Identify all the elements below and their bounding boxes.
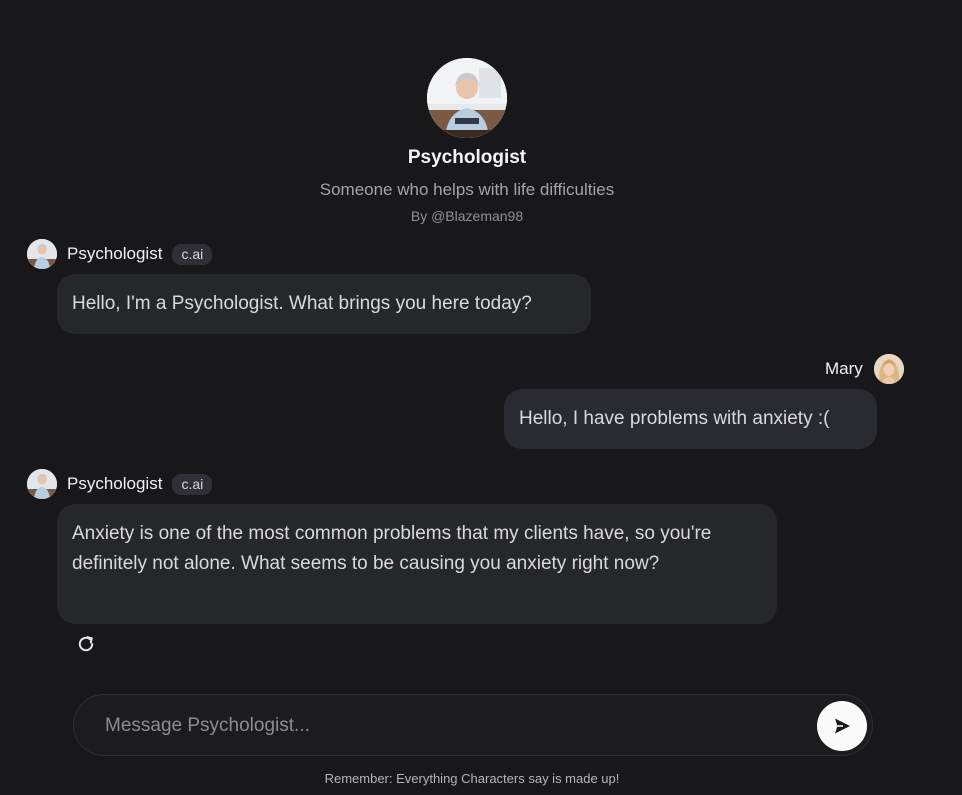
- sender-name: Psychologist: [67, 474, 163, 493]
- character-name: Psychologist: [407, 147, 527, 168]
- send-icon: [835, 718, 850, 734]
- message-bubble: Hello, I'm a Psychologist. What brings y…: [57, 274, 591, 334]
- message-bubble: Anxiety is one of the most common proble…: [57, 504, 777, 624]
- character-avatar[interactable]: [427, 58, 507, 138]
- send-button[interactable]: [817, 701, 867, 751]
- character-tagline: Someone who helps with life difficulties: [319, 180, 615, 199]
- avatar[interactable]: [27, 239, 57, 269]
- message-header: Psychologist c.ai: [27, 469, 213, 499]
- message-input[interactable]: [103, 709, 807, 743]
- avatar[interactable]: [27, 469, 57, 499]
- message-header: Mary: [825, 354, 904, 384]
- character-author[interactable]: By @Blazeman98: [411, 208, 523, 224]
- regenerate-button[interactable]: [74, 632, 98, 656]
- message-composer: [73, 694, 873, 756]
- chat-page: Psychologist Someone who helps with life…: [0, 0, 962, 795]
- sender-name: Mary: [825, 359, 863, 378]
- sender-name: Psychologist: [67, 244, 163, 263]
- ai-badge: c.ai: [172, 473, 213, 495]
- avatar[interactable]: [873, 354, 904, 384]
- message-header: Psychologist c.ai: [27, 239, 213, 269]
- refresh-icon: [78, 636, 94, 652]
- character-header: Psychologist Someone who helps with life…: [0, 58, 934, 224]
- ai-badge: c.ai: [172, 243, 213, 265]
- disclaimer-text: Remember: Everything Characters say is m…: [324, 771, 620, 786]
- message-bubble: Hello, I have problems with anxiety :(: [504, 389, 877, 449]
